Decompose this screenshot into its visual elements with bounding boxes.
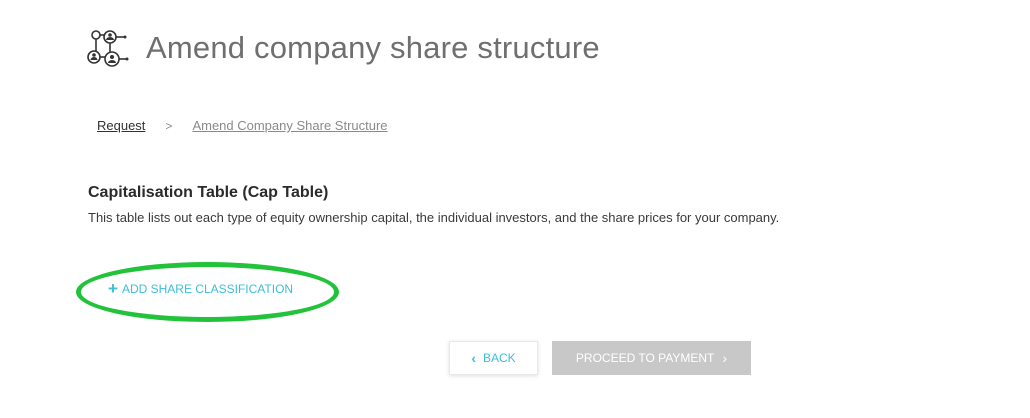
proceed-label: PROCEED TO PAYMENT [575,351,715,365]
add-share-classification-button[interactable]: + ADD SHARE CLASSIFICATION [108,280,293,297]
breadcrumb-request-link[interactable]: Request [97,118,145,133]
chevron-left-icon: ‹ [471,350,476,366]
back-label: BACK [482,351,516,365]
breadcrumb-amend-link[interactable]: Amend Company Share Structure [192,118,387,133]
add-share-classification-label: ADD SHARE CLASSIFICATION [121,281,294,296]
breadcrumb-separator: > [165,118,173,133]
page-title: Amend company share structure [146,30,600,65]
section-title: Capitalisation Table (Cap Table) [88,184,329,201]
plus-icon: + [108,279,118,298]
section-description: This table lists out each type of equity… [88,210,780,225]
back-button[interactable]: ‹ BACK [449,341,538,375]
share-structure-icon [87,30,129,67]
proceed-to-payment-button[interactable]: PROCEED TO PAYMENT › [552,341,751,375]
page: Amend company share structure Request > … [0,0,1030,418]
chevron-right-icon: › [722,350,728,366]
breadcrumb: Request > Amend Company Share Structure [97,118,388,133]
